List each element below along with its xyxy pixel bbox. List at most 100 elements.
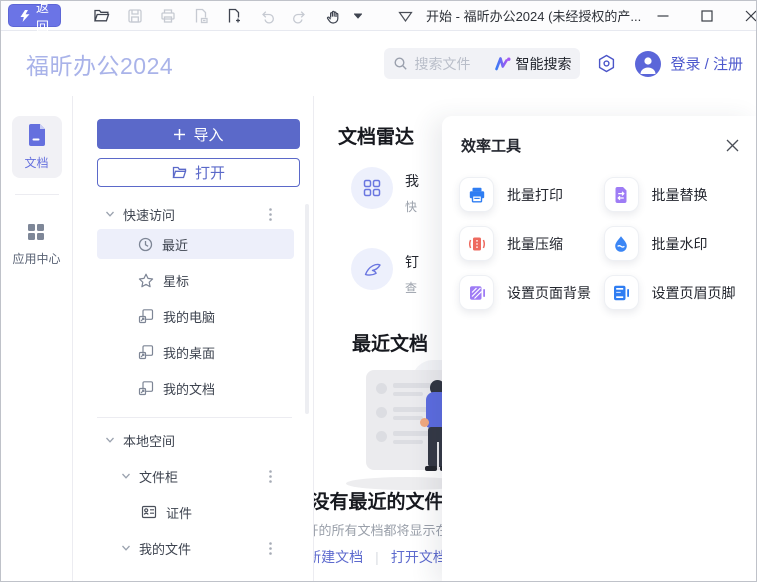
tree-item-my-documents[interactable]: 我的文档 bbox=[97, 373, 300, 403]
tool-batch-watermark[interactable]: 批量水印 bbox=[603, 226, 749, 261]
tree-group-my-files[interactable]: 我的文件 bbox=[97, 535, 300, 561]
empty-state-actions: 新建文档 | 打开文档 bbox=[314, 547, 447, 567]
more-menu-icon[interactable] bbox=[269, 207, 272, 221]
collapse-ribbon-icon[interactable] bbox=[398, 9, 413, 23]
minimize-button[interactable] bbox=[641, 1, 685, 31]
document-list-area: 文档雷达 我 快 钉 查 最近文档 没有最近的文件 的所有文档都将显示在这里 建… bbox=[314, 96, 484, 581]
radar-feature-row[interactable]: 钉 查 bbox=[351, 248, 442, 296]
search-input[interactable]: 搜索文件 bbox=[414, 54, 488, 74]
new-document-icon[interactable] bbox=[217, 3, 250, 29]
document-icon bbox=[26, 123, 48, 147]
tool-batch-print[interactable]: 批量打印 bbox=[459, 177, 604, 212]
tree-group-file-cabinet[interactable]: 文件柜 bbox=[97, 463, 300, 489]
tree-label: 我的文件 bbox=[139, 541, 192, 557]
sidebar-scrollbar[interactable] bbox=[305, 204, 309, 414]
open-button[interactable]: 打开 bbox=[97, 158, 300, 187]
print-icon bbox=[151, 3, 184, 29]
app-body: 文档 应用中心 导入 打开 快速访问 最近 星标 我的电脑 我的桌面 我的文档 … bbox=[1, 96, 756, 581]
tree-label: 快速访问 bbox=[123, 207, 176, 223]
app-window: 返回 开始 - 福昕办公2024 (未经授权的产... 福昕办公2024 搜索文… bbox=[0, 0, 757, 582]
import-button[interactable]: 导入 bbox=[97, 119, 300, 149]
tree-divider bbox=[97, 417, 292, 418]
tool-page-background[interactable]: 设置页面背景 bbox=[459, 275, 604, 310]
page-title: 福昕办公2024 bbox=[26, 52, 174, 79]
avatar bbox=[635, 50, 662, 77]
chevron-down-icon[interactable] bbox=[121, 544, 131, 552]
header-footer-icon bbox=[603, 275, 639, 310]
login-register-link[interactable]: 登录 / 注册 bbox=[670, 53, 743, 74]
close-button[interactable] bbox=[729, 1, 756, 31]
redo-icon bbox=[283, 3, 316, 29]
foxit-logo-icon bbox=[20, 9, 30, 22]
rail-item-label: 应用中心 bbox=[12, 252, 61, 266]
quick-toolbar bbox=[85, 3, 374, 29]
tree-item-starred[interactable]: 星标 bbox=[97, 265, 300, 295]
settings-gear-icon[interactable] bbox=[597, 54, 616, 73]
open-folder-icon[interactable] bbox=[85, 3, 118, 29]
tree-item-recent[interactable]: 最近 bbox=[97, 229, 294, 259]
tree-item-my-computer[interactable]: 我的电脑 bbox=[97, 301, 300, 331]
tree-item-my-desktop[interactable]: 我的桌面 bbox=[97, 337, 300, 367]
undo-icon bbox=[250, 3, 283, 29]
new-document-link[interactable]: 新建文档 bbox=[314, 547, 363, 567]
tree-label: 我的文档 bbox=[163, 381, 216, 397]
search-box[interactable]: 搜索文件 智能搜索 bbox=[384, 48, 581, 79]
shortcut-icon bbox=[138, 308, 154, 324]
efficiency-tools-panel: 效率工具 批量打印 批量替换 批量压缩 批量水印 设置页面背景 设置页眉页脚 bbox=[442, 116, 756, 581]
folder-tree: 快速访问 最近 星标 我的电脑 我的桌面 我的文档 本地空间 文件柜 证件 我的… bbox=[97, 202, 299, 561]
tool-header-footer[interactable]: 设置页眉页脚 bbox=[603, 275, 749, 310]
shortcut-icon bbox=[138, 380, 154, 396]
tool-batch-compress[interactable]: 批量压缩 bbox=[459, 226, 604, 261]
ai-logo-icon bbox=[494, 56, 511, 71]
star-icon bbox=[138, 273, 154, 288]
doc-radar-title: 文档雷达 bbox=[338, 127, 415, 148]
back-button[interactable]: 返回 bbox=[8, 1, 62, 34]
grid-circle-icon bbox=[351, 167, 393, 209]
apps-grid-icon bbox=[25, 221, 47, 243]
radar-feature-title: 我 bbox=[405, 173, 419, 189]
shortcut-icon bbox=[138, 344, 154, 360]
maximize-button[interactable] bbox=[685, 1, 729, 31]
app-header: 福昕办公2024 搜索文件 智能搜索 登录 / 注册 bbox=[1, 31, 756, 96]
radar-feature-title: 钉 bbox=[405, 254, 419, 270]
chevron-down-icon[interactable] bbox=[105, 436, 115, 444]
rail-item-documents[interactable]: 文档 bbox=[11, 116, 62, 178]
account-area[interactable]: 登录 / 注册 bbox=[635, 50, 743, 77]
replace-doc-icon bbox=[603, 177, 639, 212]
more-menu-icon[interactable] bbox=[269, 541, 272, 555]
chevron-down-icon[interactable] bbox=[105, 210, 115, 218]
plus-icon bbox=[173, 128, 186, 141]
ai-search-label: 智能搜索 bbox=[515, 55, 572, 72]
empty-state-title: 没有最近的文件 bbox=[314, 492, 444, 513]
tree-label: 本地空间 bbox=[123, 433, 176, 449]
link-divider: | bbox=[375, 549, 379, 565]
printer-icon bbox=[459, 177, 494, 212]
hand-tool-dropdown-icon[interactable] bbox=[341, 3, 374, 29]
tools-grid: 批量打印 批量替换 批量压缩 批量水印 设置页面背景 设置页眉页脚 bbox=[442, 156, 756, 310]
tree-item-certificates[interactable]: 证件 bbox=[97, 499, 300, 525]
panel-title: 效率工具 bbox=[461, 138, 522, 155]
titlebar: 返回 开始 - 福昕办公2024 (未经授权的产... bbox=[1, 1, 756, 34]
chevron-down-icon[interactable] bbox=[121, 472, 131, 480]
tree-label: 我的电脑 bbox=[163, 309, 216, 325]
save-icon bbox=[118, 3, 151, 29]
ai-search-button[interactable]: 智能搜索 bbox=[494, 54, 571, 74]
radar-feature-row[interactable]: 我 快 bbox=[351, 167, 442, 215]
open-document-link[interactable]: 打开文档 bbox=[391, 547, 447, 567]
watermark-drop-icon bbox=[603, 226, 639, 261]
sidebar: 导入 打开 快速访问 最近 星标 我的电脑 我的桌面 我的文档 本地空间 文件柜… bbox=[73, 96, 314, 581]
radar-feature-desc: 快 bbox=[405, 200, 418, 214]
tree-group-quick-access[interactable]: 快速访问 bbox=[97, 202, 300, 226]
tree-group-local-space[interactable]: 本地空间 bbox=[97, 429, 300, 451]
search-icon bbox=[393, 56, 408, 71]
tree-label: 星标 bbox=[163, 273, 190, 289]
tree-label: 我的桌面 bbox=[163, 345, 216, 361]
remove-page-icon bbox=[184, 3, 217, 29]
window-title: 开始 - 福昕办公2024 (未经授权的产... bbox=[426, 9, 642, 24]
rail-divider bbox=[14, 194, 59, 195]
more-menu-icon[interactable] bbox=[269, 469, 272, 483]
tool-batch-replace[interactable]: 批量替换 bbox=[603, 177, 749, 212]
close-icon[interactable] bbox=[726, 139, 739, 152]
rail-item-app-center[interactable]: 应用中心 bbox=[12, 221, 61, 267]
left-rail: 文档 应用中心 bbox=[1, 96, 73, 581]
